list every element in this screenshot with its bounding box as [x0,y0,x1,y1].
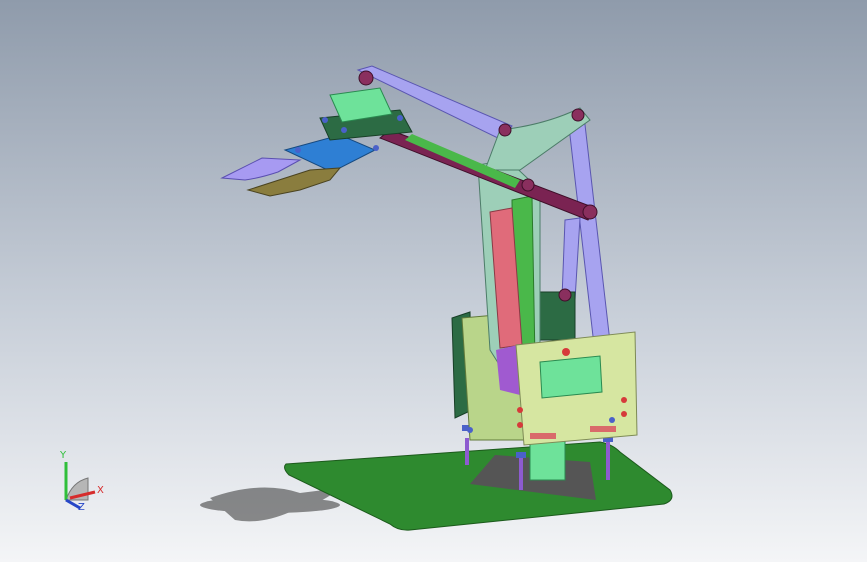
base-servo[interactable] [529,439,566,481]
graphics-viewport[interactable]: X Y Z [0,0,867,562]
rear-lower-link[interactable] [561,217,581,301]
joint-discs [358,70,598,302]
triad-z-label: Z [78,502,85,513]
ground-shadow [200,487,340,522]
assembly-scene[interactable]: X Y Z [0,0,867,562]
gripper-plate[interactable] [283,134,377,173]
front-servo[interactable] [539,355,603,399]
triad-y-label: Y [59,450,67,461]
orientation-triad[interactable]: X Y Z [59,450,104,513]
triad-x-label: X [97,485,104,496]
base-plate[interactable] [284,441,673,531]
